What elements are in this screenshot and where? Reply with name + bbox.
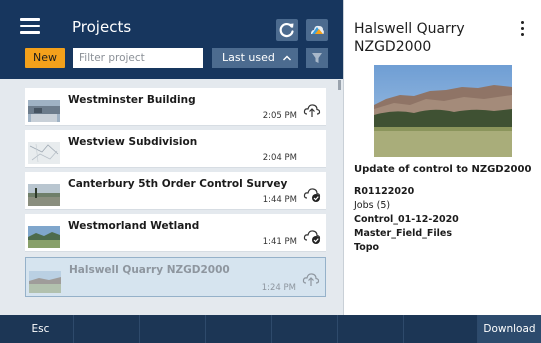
project-name: Halswell Quarry NZGD2000 bbox=[69, 264, 230, 276]
project-name: Westmorland Wetland bbox=[68, 220, 200, 232]
jobs-count-label: Jobs (5) bbox=[354, 200, 391, 211]
project-thumbnail bbox=[29, 271, 61, 293]
function-key-bar: Esc Download bbox=[0, 315, 541, 343]
cloud-sync-button[interactable] bbox=[306, 19, 328, 41]
job-item[interactable]: Control_01-12-2020 bbox=[354, 214, 459, 225]
projects-header: Projects New Last used bbox=[0, 0, 343, 79]
page-title: Projects bbox=[72, 18, 132, 36]
function-key-slot bbox=[206, 315, 272, 343]
refresh-icon bbox=[279, 22, 294, 38]
project-name: Westminster Building bbox=[68, 94, 196, 106]
cloud-sync-icon bbox=[311, 25, 324, 34]
project-card[interactable]: Canterbury 5th Order Control Survey 1:44… bbox=[25, 172, 326, 210]
cloud-synced-icon[interactable] bbox=[302, 185, 322, 203]
chevron-up-icon bbox=[283, 55, 291, 61]
project-thumbnail bbox=[28, 226, 60, 248]
function-key-slot bbox=[338, 315, 404, 343]
more-options-icon[interactable] bbox=[519, 21, 525, 37]
detail-title: Halswell Quarry NZGD2000 bbox=[354, 21, 465, 55]
esc-button[interactable]: Esc bbox=[8, 315, 74, 343]
function-key-slot bbox=[74, 315, 140, 343]
new-project-button[interactable]: New bbox=[25, 48, 65, 68]
cloud-upload-icon[interactable] bbox=[302, 101, 322, 119]
project-card-selected[interactable]: Halswell Quarry NZGD2000 1:24 PM bbox=[25, 257, 326, 297]
cloud-upload-icon[interactable] bbox=[301, 270, 321, 288]
function-key-slot bbox=[140, 315, 206, 343]
project-thumbnail bbox=[28, 184, 60, 206]
project-photo bbox=[374, 65, 512, 157]
filter-project-input[interactable] bbox=[73, 48, 203, 68]
job-item[interactable]: Master_Field_Files bbox=[354, 228, 452, 239]
project-list-pane: Projects New Last used bbox=[0, 0, 343, 315]
project-thumbnail bbox=[28, 142, 60, 164]
filter-icon bbox=[312, 53, 322, 63]
project-description: Update of control to NZGD2000 bbox=[354, 164, 532, 175]
sort-order-select[interactable]: Last used bbox=[212, 48, 298, 68]
sort-order-label: Last used bbox=[222, 51, 275, 64]
job-item[interactable]: Topo bbox=[354, 242, 379, 253]
refresh-button[interactable] bbox=[276, 19, 298, 41]
download-button[interactable]: Download bbox=[478, 315, 541, 343]
function-key-slot bbox=[404, 315, 478, 343]
project-card[interactable]: Westmorland Wetland 1:41 PM bbox=[25, 214, 326, 252]
project-card[interactable]: Westminster Building 2:05 PM bbox=[25, 88, 326, 126]
project-name: Canterbury 5th Order Control Survey bbox=[68, 178, 288, 190]
cloud-synced-icon[interactable] bbox=[302, 227, 322, 245]
project-last-used-time: 1:24 PM bbox=[261, 283, 296, 293]
project-name: Westview Subdivision bbox=[68, 136, 198, 148]
project-last-used-time: 1:41 PM bbox=[262, 237, 297, 247]
filter-button[interactable] bbox=[306, 48, 328, 68]
project-detail-pane: Halswell Quarry NZGD2000 Update of contr… bbox=[344, 0, 541, 315]
project-card[interactable]: Westview Subdivision 2:04 PM bbox=[25, 130, 326, 168]
function-key-slot bbox=[272, 315, 338, 343]
project-last-used-time: 2:05 PM bbox=[262, 111, 297, 121]
list-scrollbar[interactable] bbox=[338, 80, 341, 90]
project-last-used-time: 1:44 PM bbox=[262, 195, 297, 205]
project-thumbnail bbox=[28, 100, 60, 122]
project-reference: R01122020 bbox=[354, 186, 415, 197]
hamburger-menu-icon[interactable] bbox=[20, 18, 40, 34]
project-last-used-time: 2:04 PM bbox=[262, 153, 297, 163]
